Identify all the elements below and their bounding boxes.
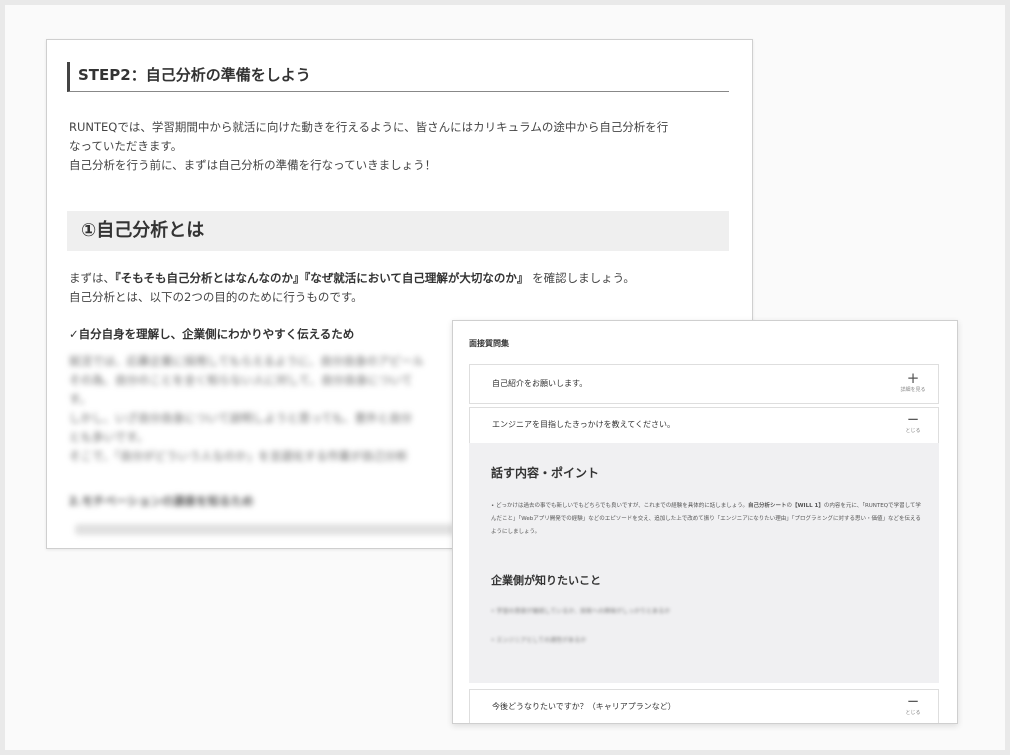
accordion-question: 自己紹介をお願いします。 (492, 379, 588, 388)
intro-text: RUNTEQでは、学習期間中から就活に向けた動きを行えるように、皆さんにはカリキ… (69, 118, 733, 175)
purpose-heading: ✓自分自身を理解し、企業側にわかりやすく伝えるため (69, 327, 355, 341)
panel-emphasis: 【WILL 1】 (791, 503, 824, 509)
toggle-label: とじる (905, 710, 921, 716)
body-emphasis: 『そもそも自己分析とはなんなのか』『なぜ就活において自己理解が大切なのか』 (115, 271, 529, 285)
blurred-bar (75, 524, 455, 535)
accordion-item[interactable]: エンジニアを目指したきっかけを教えてください。 − とじる (469, 407, 939, 443)
accordion-item[interactable]: 自己紹介をお願いします。 + 詳細を見る (469, 364, 939, 404)
accordion-item[interactable]: 今後どうなりたいですか？（キャリアプランなど） − とじる (469, 689, 939, 723)
body-line: まずは、『そもそも自己分析とはなんなのか』『なぜ就活において自己理解が大切なのか… (69, 269, 729, 288)
minus-icon: − (906, 692, 920, 710)
intro-line: 自己分析を行う前に、まずは自己分析の準備を行なっていきましょう！ (69, 158, 437, 172)
blurred-heading: 2.モチベーションの源泉を知るため (69, 490, 294, 508)
qa-title: 面接質問集 (469, 339, 509, 348)
panel-heading-points: 話す内容・ポイント (491, 466, 600, 480)
body-text: まずは、 (69, 271, 115, 285)
panel-emphasis: 自己分析シート (747, 503, 787, 509)
body-text: を確認しましょう。 (528, 271, 635, 285)
body-line: 自己分析とは、以下の2つの目的のために行うものです。 (69, 290, 363, 304)
minus-icon: − (906, 410, 920, 428)
accordion-question: エンジニアを目指したきっかけを教えてください。 (492, 420, 676, 429)
intro-line: なっていただきます。 (69, 139, 183, 153)
intro-line: RUNTEQでは、学習期間中から就活に向けた動きを行えるように、皆さんにはカリキ… (69, 120, 669, 134)
blurred-bullet: • 学習の意欲が継続しているか、技術への興味がしっかりとあるか (491, 608, 671, 615)
expand-toggle[interactable]: + 詳細を見る (895, 369, 931, 394)
section-heading: ①自己分析とは (67, 211, 729, 251)
screenshot-frame: STEP2：自己分析の準備をしよう RUNTEQでは、学習期間中から就活に向けた… (0, 0, 1010, 755)
interview-questions-card: 面接質問集 自己紹介をお願いします。 + 詳細を見る エンジニアを目指したきっか… (452, 320, 958, 724)
blurred-bullet: • エンジニアとしての適性があるか (491, 637, 587, 644)
panel-heading-company: 企業側が知りたいこと (491, 574, 601, 587)
toggle-label: とじる (905, 428, 921, 434)
section-body: まずは、『そもそも自己分析とはなんなのか』『なぜ就活において自己理解が大切なのか… (69, 269, 729, 307)
accordion-question: 今後どうなりたいですか？（キャリアプランなど） (492, 702, 676, 711)
blurred-footer-text: 2.モチベーションの源泉を知るため (69, 494, 254, 508)
collapse-toggle[interactable]: − とじる (895, 692, 931, 717)
collapse-toggle[interactable]: − とじる (895, 410, 931, 435)
panel-paragraph: • どっかけは過去の事でも新しいでもどちらでも良いですが、これまでの経験を具体的… (491, 500, 921, 539)
step-title: STEP2：自己分析の準備をしよう (67, 62, 729, 92)
answer-panel: 話す内容・ポイント • どっかけは過去の事でも新しいでもどちらでも良いですが、こ… (469, 443, 939, 683)
panel-text: • どっかけは過去の事でも新しいでもどちらでも良いですが、これまでの経験を具体的… (491, 503, 748, 509)
plus-icon: + (906, 369, 920, 387)
toggle-label: 詳細を見る (900, 387, 926, 393)
